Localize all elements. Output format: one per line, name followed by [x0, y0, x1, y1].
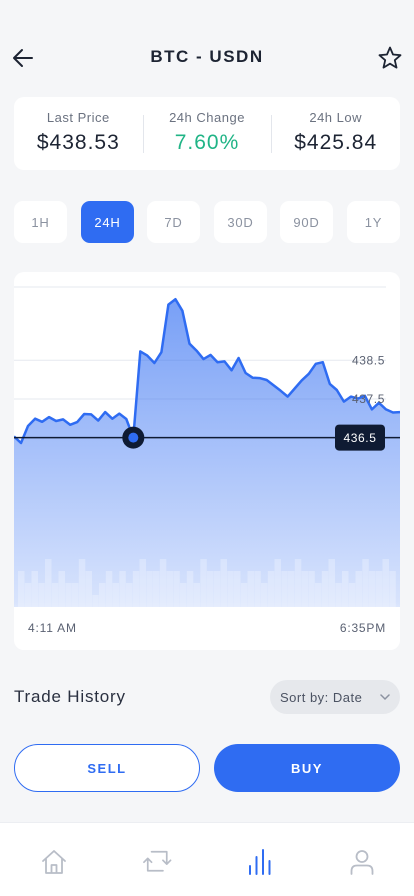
x-axis-end-label: 6:35PM: [339, 621, 386, 635]
volume-bar: [58, 571, 65, 607]
sort-dropdown[interactable]: Sort by: Date: [270, 680, 400, 714]
tab-exchange[interactable]: [143, 847, 173, 877]
volume-bar: [274, 559, 281, 607]
volume-bar: [139, 559, 146, 607]
stat-label: 24h Change: [169, 110, 245, 125]
stat-value: 7.60%: [174, 131, 240, 154]
volume-bar: [234, 571, 241, 607]
page-title: BTC - USDN: [150, 47, 264, 66]
volume-bar: [308, 571, 315, 607]
volume-bar: [227, 571, 234, 607]
stat-label: 24h Low: [309, 110, 362, 125]
trade-history-title: Trade History: [14, 687, 126, 706]
star-icon: [378, 46, 402, 69]
exchange-icon: [143, 850, 172, 872]
home-icon: [42, 850, 66, 874]
stat-value: $425.84: [294, 131, 378, 154]
price-chart[interactable]: 438.5437.5436.5 436.5: [14, 272, 400, 650]
stat-value: $438.53: [36, 131, 120, 154]
volume-bar: [301, 571, 308, 607]
tab-chart[interactable]: [246, 847, 276, 877]
volume-bar: [186, 571, 194, 607]
volume-bar: [213, 571, 221, 607]
volume-bar: [382, 559, 389, 607]
volume-bar: [288, 571, 295, 607]
buy-button[interactable]: BUY: [214, 744, 400, 792]
bottom-tab-bar: [0, 822, 414, 896]
volume-bar: [146, 571, 153, 607]
favorite-button[interactable]: [376, 44, 404, 72]
volume-bar: [153, 571, 160, 607]
chart-icon: [249, 849, 271, 875]
volume-bar: [247, 571, 254, 607]
sort-label: Sort by: Date: [280, 689, 363, 705]
volume-bar: [267, 571, 275, 607]
volume-bar: [321, 571, 329, 607]
chevron-down-icon: [380, 694, 390, 701]
volume-bar: [220, 559, 227, 607]
volume-bar: [362, 559, 369, 607]
volume-bar: [375, 571, 383, 607]
volume-bar: [207, 571, 214, 607]
crosshair-marker-dot: [128, 432, 139, 443]
sell-button[interactable]: SELL: [14, 744, 200, 792]
stat-24h-low: 24h Low $425.84: [271, 97, 400, 170]
timeframe-selector: 1H 24H 7D 30D 90D 1Y: [14, 201, 400, 243]
price-stats-card: Last Price $438.53 24h Change 7.60% 24h …: [14, 97, 400, 170]
timeframe-7d[interactable]: 7D: [147, 201, 200, 243]
volume-bar: [45, 559, 52, 607]
volume-bar: [31, 571, 38, 607]
volume-bar: [294, 559, 302, 607]
volume-bar: [159, 559, 167, 607]
timeframe-24h[interactable]: 24H: [81, 201, 134, 243]
timeframe-30d[interactable]: 30D: [214, 201, 267, 243]
volume-bar: [78, 559, 86, 607]
stat-last-price: Last Price $438.53: [14, 97, 143, 170]
volume-bar: [166, 571, 173, 607]
volume-bar: [105, 571, 113, 607]
volume-bar: [355, 571, 362, 607]
volume-bar: [328, 559, 335, 607]
profile-icon: [350, 850, 374, 875]
header: BTC - USDN: [0, 0, 414, 100]
tab-profile[interactable]: [347, 847, 377, 877]
stat-label: Last Price: [46, 110, 110, 125]
volume-bar: [132, 571, 140, 607]
y-tick-label: 437.5: [352, 392, 385, 406]
price-chart-card: 438.5437.5436.5 436.5 4:11 AM 6:35PM: [14, 272, 400, 650]
volume-bar: [18, 571, 25, 607]
crosshair-value-label: 436.5: [343, 431, 376, 445]
tab-home[interactable]: [39, 847, 69, 877]
timeframe-1y[interactable]: 1Y: [347, 201, 400, 243]
x-axis-start-label: 4:11 AM: [28, 621, 77, 635]
volume-bar: [389, 571, 396, 607]
timeframe-1h[interactable]: 1H: [14, 201, 67, 243]
volume-bar: [119, 571, 126, 607]
y-tick-label: 438.5: [352, 353, 385, 367]
volume-bar: [85, 571, 92, 607]
volume-bar: [281, 571, 288, 607]
volume-bar: [369, 571, 376, 607]
timeframe-90d[interactable]: 90D: [280, 201, 333, 243]
stat-24h-change: 24h Change 7.60%: [142, 97, 272, 170]
volume-bar: [200, 559, 207, 607]
volume-bar: [254, 571, 261, 607]
volume-bar: [173, 571, 180, 607]
price-area: [14, 299, 400, 607]
volume-bar: [342, 571, 349, 607]
